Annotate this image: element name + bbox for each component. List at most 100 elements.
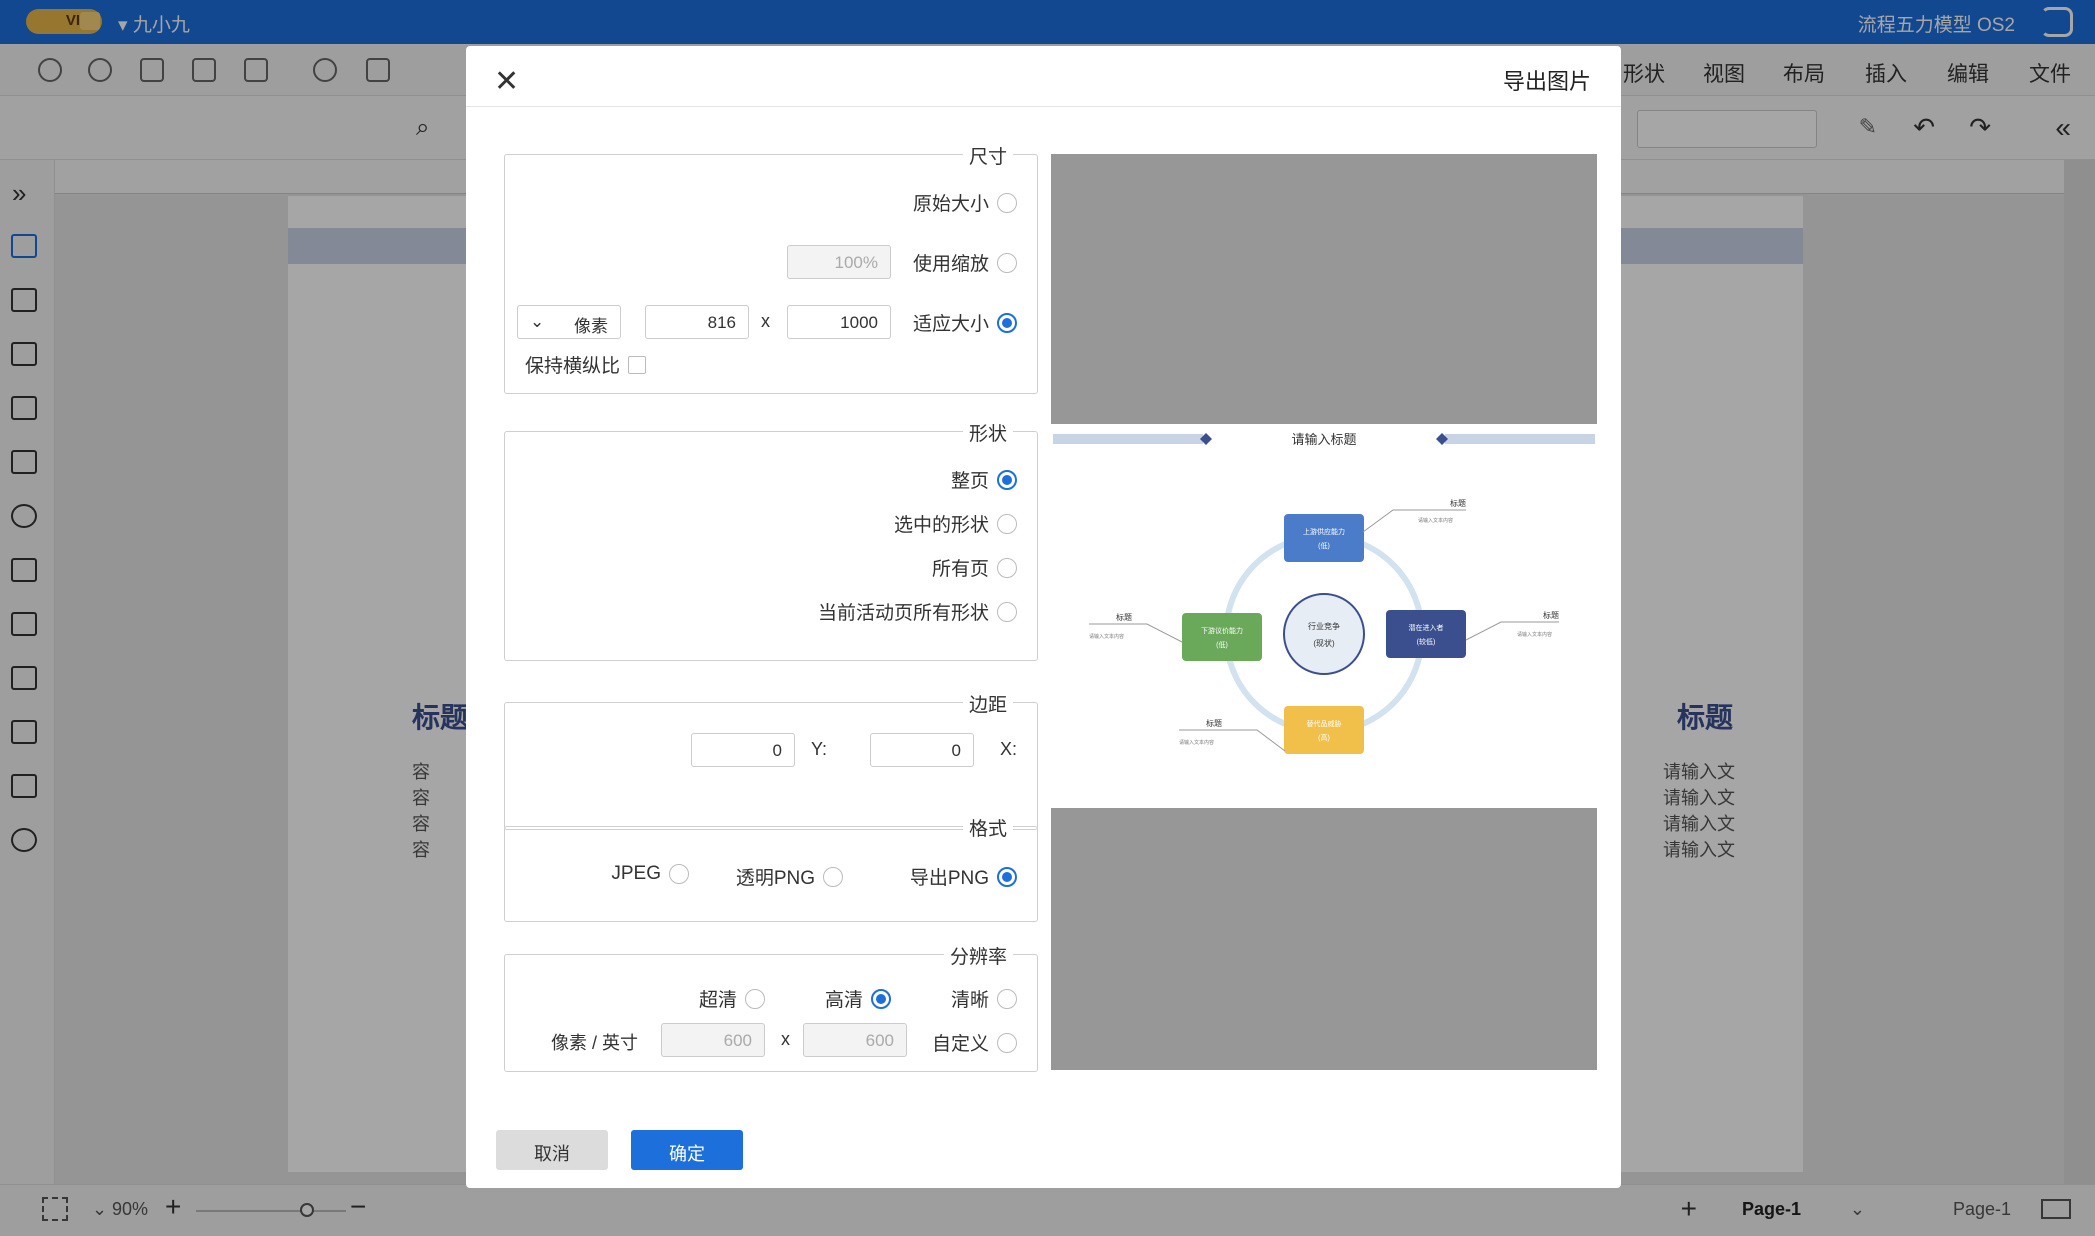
margin-y-input[interactable]: 0 bbox=[691, 733, 795, 767]
resolution-option-label: 超清 bbox=[698, 990, 737, 1011]
preview-band-left bbox=[1053, 434, 1203, 444]
margin-group: 边距 X: 0 Y: 0 bbox=[504, 690, 1038, 830]
unit-select[interactable]: ⌄ 像素 bbox=[517, 305, 621, 339]
format-option[interactable]: 透明PNG bbox=[736, 863, 843, 890]
shape-option-label: 当前活动页所有形状 bbox=[817, 603, 989, 624]
shape-option[interactable]: 当前活动页所有形状 bbox=[818, 598, 1017, 625]
shape-option[interactable]: 所有页 bbox=[932, 554, 1017, 581]
size-fit-radio[interactable] bbox=[997, 312, 1017, 333]
keep-ratio-label: 保持横纵比 bbox=[525, 356, 621, 377]
format-option-radio[interactable] bbox=[997, 866, 1017, 887]
shape-option-radio[interactable] bbox=[997, 557, 1017, 578]
size-zoom-option[interactable]: 使用缩放 bbox=[913, 249, 1017, 276]
zoom-input: 100% bbox=[787, 245, 891, 279]
format-option-radio[interactable] bbox=[823, 866, 843, 887]
margin-x-input[interactable]: 0 bbox=[870, 733, 974, 767]
shape-option-radio[interactable] bbox=[997, 513, 1017, 534]
preview-label-text: 请输入文本内容 bbox=[1517, 631, 1552, 638]
resolution-option-radio[interactable] bbox=[745, 988, 765, 1009]
preview-label-text: 请输入文本内容 bbox=[1418, 517, 1453, 524]
format-option-label: 导出PNG bbox=[909, 868, 989, 889]
preview-label-text: 请输入文本内容 bbox=[1089, 633, 1124, 640]
preview-heading: 请输入标题 bbox=[1291, 432, 1356, 447]
resolution-height-input: 600 bbox=[661, 1023, 765, 1057]
margin-legend: 边距 bbox=[962, 690, 1013, 717]
resolution-option-label: 高清 bbox=[824, 990, 863, 1011]
resolution-custom-option[interactable]: 自定义 bbox=[932, 1029, 1017, 1056]
preview-label: 标题 bbox=[1116, 612, 1132, 622]
shape-group: 形状 整页 选中的形状 所有页 当前活动页所有形状 bbox=[504, 419, 1038, 661]
preview-node-left-sub: (低) bbox=[1216, 640, 1228, 649]
shape-legend: 形状 bbox=[962, 419, 1013, 446]
resolution-option-label: 清晰 bbox=[950, 990, 989, 1011]
preview-label: 标题 bbox=[1450, 498, 1466, 508]
format-legend: 格式 bbox=[962, 814, 1013, 841]
preview-label: 标题 bbox=[1543, 610, 1559, 620]
margin-y-label: Y: bbox=[811, 739, 828, 759]
resolution-width-input: 600 bbox=[803, 1023, 907, 1057]
preview-center-text: 行业竞争 bbox=[1308, 621, 1340, 631]
shape-option[interactable]: 选中的形状 bbox=[894, 510, 1017, 537]
format-option-label: JPEG bbox=[611, 863, 661, 884]
preview-node-left-text: 下游议价能力 bbox=[1201, 626, 1243, 635]
preview-node-top-text: 上游供应能力 bbox=[1303, 527, 1345, 536]
size-original-radio[interactable] bbox=[997, 192, 1017, 213]
size-group: 尺寸 原始大小 使用缩放 100% 适应大小 1000 x 816 ⌄ 像素 保持… bbox=[504, 142, 1038, 394]
resolution-option-radio[interactable] bbox=[997, 988, 1017, 1009]
resolution-unit: 像素 / 英寸 bbox=[551, 1033, 639, 1053]
format-option[interactable]: 导出PNG bbox=[910, 863, 1017, 890]
size-times: x bbox=[761, 311, 770, 331]
width-input[interactable]: 1000 bbox=[787, 305, 891, 339]
resolution-option-radio[interactable] bbox=[871, 988, 891, 1009]
preview-center-node bbox=[1283, 593, 1365, 675]
shape-option-label: 选中的形状 bbox=[893, 515, 989, 536]
close-icon[interactable]: ✕ bbox=[494, 64, 519, 99]
shape-option-label: 整页 bbox=[950, 471, 989, 492]
shape-option[interactable]: 整页 bbox=[951, 466, 1017, 493]
size-original-label: 原始大小 bbox=[912, 194, 989, 215]
preview-node-top-sub: (低) bbox=[1318, 541, 1330, 550]
size-zoom-label: 使用缩放 bbox=[912, 254, 989, 275]
unit-value: 像素 bbox=[574, 317, 608, 336]
height-input[interactable]: 816 bbox=[645, 305, 749, 339]
export-image-dialog: 导出图片 ✕ 尺寸 原始大小 使用缩放 100% 适应大小 1000 x 816… bbox=[466, 46, 1621, 1188]
preview-node-right bbox=[1386, 610, 1466, 658]
keep-ratio-checkbox[interactable] bbox=[628, 355, 647, 374]
dialog-divider bbox=[466, 106, 1621, 107]
preview-image: 请输入标题 行业竞争 (现状) 上游供应能力 (低) 潜在进入者 (较低) 替代… bbox=[1051, 424, 1597, 808]
preview-node-bottom-sub: (高) bbox=[1318, 733, 1330, 742]
export-preview: 请输入标题 行业竞争 (现状) 上游供应能力 (低) 潜在进入者 (较低) 替代… bbox=[1051, 154, 1597, 1070]
preview-node-top bbox=[1284, 514, 1364, 562]
resolution-group: 分辨率 清晰 高清 超清 自定义 600 x 600 像素 / 英寸 bbox=[504, 942, 1038, 1072]
size-fit-option[interactable]: 适应大小 bbox=[913, 309, 1017, 336]
confirm-button[interactable]: 确定 bbox=[631, 1130, 743, 1170]
shape-option-radio[interactable] bbox=[997, 469, 1017, 490]
preview-node-bottom-text: 替代品威胁 bbox=[1307, 719, 1342, 728]
preview-node-right-sub: (较低) bbox=[1417, 637, 1436, 646]
resolution-custom-radio[interactable] bbox=[997, 1032, 1017, 1053]
format-option[interactable]: JPEG bbox=[611, 863, 689, 885]
preview-node-left bbox=[1182, 613, 1262, 661]
resolution-times: x bbox=[781, 1029, 790, 1049]
resolution-custom-label: 自定义 bbox=[931, 1034, 989, 1055]
dialog-title: 导出图片 bbox=[1502, 69, 1591, 94]
format-option-radio[interactable] bbox=[669, 864, 689, 884]
resolution-option[interactable]: 清晰 bbox=[951, 985, 1017, 1012]
preview-center-sub: (现状) bbox=[1313, 638, 1335, 648]
preview-band-right bbox=[1445, 434, 1595, 444]
shape-option-radio[interactable] bbox=[997, 601, 1017, 622]
preview-diagram: 请输入标题 行业竞争 (现状) 上游供应能力 (低) 潜在进入者 (较低) 替代… bbox=[1053, 432, 1595, 754]
shape-option-label: 所有页 bbox=[931, 559, 989, 580]
resolution-option[interactable]: 超清 bbox=[699, 985, 765, 1012]
size-legend: 尺寸 bbox=[962, 142, 1013, 169]
margin-x-label: X: bbox=[999, 739, 1017, 759]
preview-node-right-text: 潜在进入者 bbox=[1409, 623, 1444, 632]
resolution-option[interactable]: 高清 bbox=[825, 985, 891, 1012]
size-original-option[interactable]: 原始大小 bbox=[913, 189, 1017, 216]
preview-node-bottom bbox=[1284, 706, 1364, 754]
keep-ratio-option[interactable]: 保持横纵比 bbox=[525, 351, 647, 378]
format-group: 格式 导出PNG 透明PNG JPEG bbox=[504, 814, 1038, 922]
format-option-label: 透明PNG bbox=[735, 868, 815, 889]
size-zoom-radio[interactable] bbox=[997, 252, 1017, 273]
cancel-button[interactable]: 取消 bbox=[496, 1130, 608, 1170]
